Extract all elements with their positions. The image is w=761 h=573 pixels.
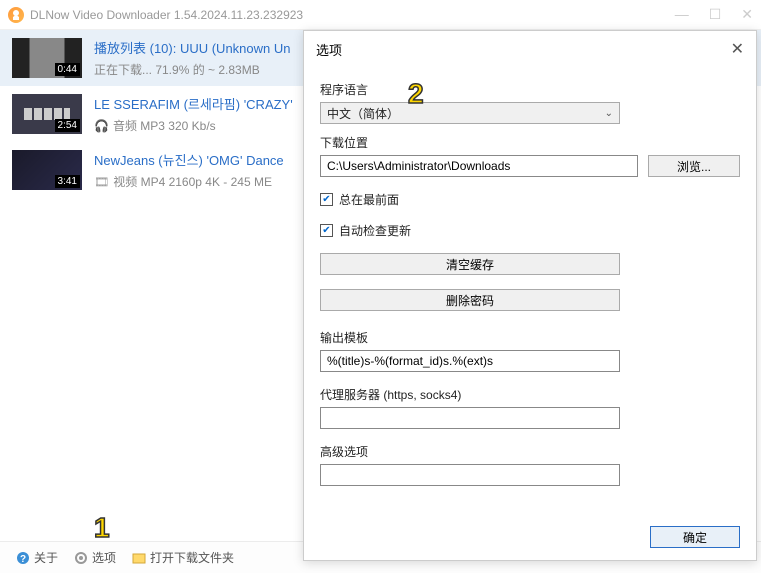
advanced-input[interactable]	[320, 464, 620, 486]
output-template-input[interactable]	[320, 350, 620, 372]
options-dialog: 选项 ✕ 程序语言 中文（简体） ⌄ 下载位置 浏览... ✔ 总在最前面 ✔ …	[303, 30, 757, 561]
delete-password-button[interactable]: 删除密码	[320, 289, 620, 311]
language-select[interactable]: 中文（简体） ⌄	[320, 102, 620, 124]
checkbox-icon: ✔	[320, 193, 333, 206]
app-icon	[8, 7, 24, 23]
window-controls: — ☐ ✕	[675, 6, 753, 23]
video-icon: 🎞	[94, 175, 109, 189]
window-title: DLNow Video Downloader 1.54.2024.11.23.2…	[30, 8, 303, 22]
folder-icon	[132, 551, 146, 565]
duration-badge: 3:41	[55, 175, 80, 188]
open-folder-label: 打开下载文件夹	[150, 549, 234, 566]
browse-button[interactable]: 浏览...	[648, 155, 740, 177]
download-path-label: 下载位置	[320, 134, 740, 151]
help-icon: ?	[16, 551, 30, 565]
dialog-close-button[interactable]: ✕	[731, 39, 744, 59]
about-button[interactable]: ? 关于	[10, 547, 64, 568]
ok-button[interactable]: 确定	[650, 526, 740, 548]
auto-update-label: 自动检查更新	[339, 222, 411, 239]
proxy-input[interactable]	[320, 407, 620, 429]
duration-badge: 2:54	[55, 119, 80, 132]
proxy-label: 代理服务器 (https, socks4)	[320, 386, 740, 403]
always-on-top-checkbox[interactable]: ✔ 总在最前面	[320, 191, 740, 208]
checkbox-icon: ✔	[320, 224, 333, 237]
audio-icon: 🎧	[94, 119, 109, 133]
annotation-marker-1: 1	[94, 512, 110, 544]
svg-text:?: ?	[20, 554, 26, 565]
options-label: 选项	[92, 549, 116, 566]
dialog-title-text: 选项	[316, 40, 342, 59]
options-button[interactable]: 选项	[68, 547, 122, 568]
dialog-titlebar: 选项 ✕	[304, 31, 756, 67]
language-value: 中文（简体）	[327, 105, 399, 122]
dialog-footer: 确定	[650, 526, 740, 548]
video-thumbnail: 2:54	[12, 94, 82, 134]
chevron-down-icon: ⌄	[605, 108, 613, 119]
dialog-body: 程序语言 中文（简体） ⌄ 下载位置 浏览... ✔ 总在最前面 ✔ 自动检查更…	[304, 67, 756, 490]
duration-badge: 0:44	[55, 63, 80, 76]
about-label: 关于	[34, 549, 58, 566]
clear-cache-button[interactable]: 清空缓存	[320, 253, 620, 275]
always-on-top-label: 总在最前面	[339, 191, 399, 208]
video-thumbnail: 0:44	[12, 38, 82, 78]
video-thumbnail: 3:41	[12, 150, 82, 190]
gear-icon	[74, 551, 88, 565]
download-path-input[interactable]	[320, 155, 638, 177]
maximize-button[interactable]: ☐	[709, 6, 722, 23]
titlebar: DLNow Video Downloader 1.54.2024.11.23.2…	[0, 0, 761, 30]
advanced-label: 高级选项	[320, 443, 740, 460]
language-label: 程序语言	[320, 81, 740, 98]
open-folder-button[interactable]: 打开下载文件夹	[126, 547, 240, 568]
minimize-button[interactable]: —	[675, 6, 689, 23]
output-template-label: 输出模板	[320, 329, 740, 346]
auto-update-checkbox[interactable]: ✔ 自动检查更新	[320, 222, 740, 239]
close-window-button[interactable]: ✕	[741, 6, 753, 23]
